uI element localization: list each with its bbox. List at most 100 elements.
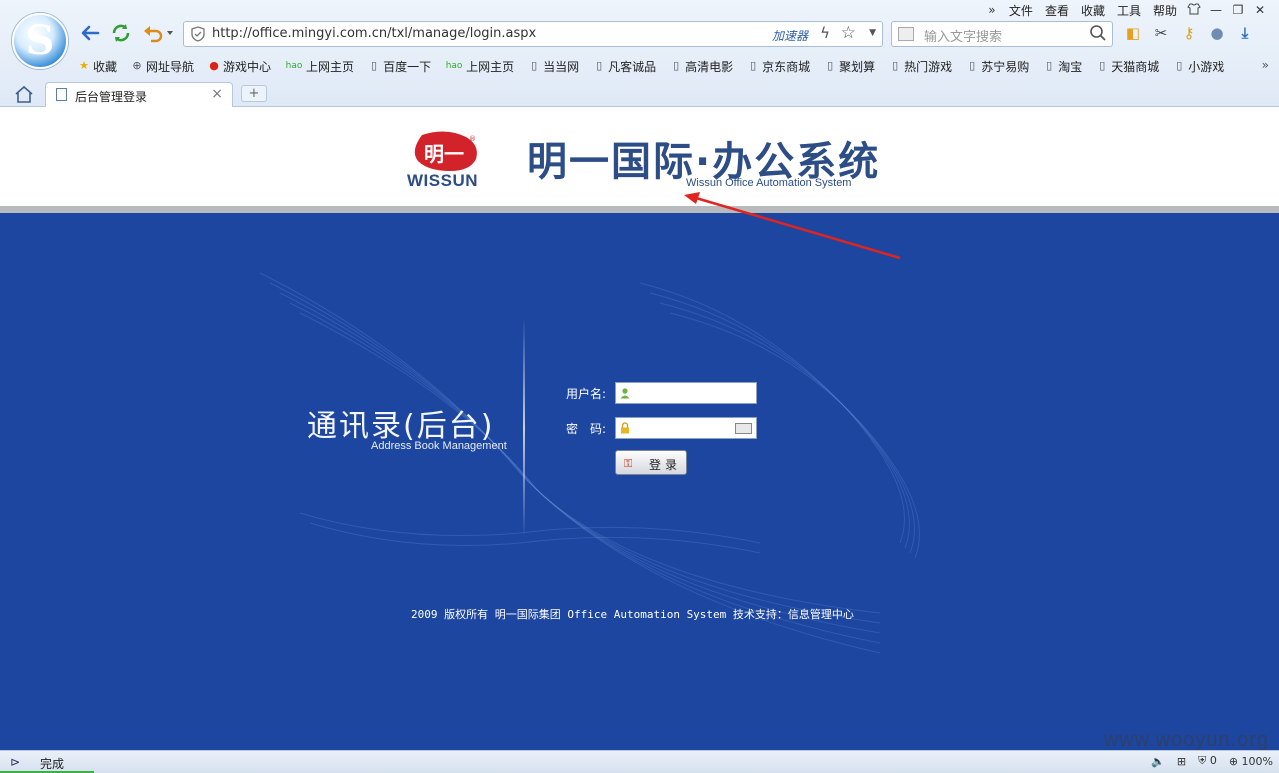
bookmark-item[interactable]: ▯ 小游戏 <box>1173 58 1224 75</box>
vertical-divider <box>523 318 525 538</box>
star-icon[interactable]: ☆ <box>841 23 856 43</box>
star-icon: ★ <box>79 59 89 72</box>
close-tab-icon[interactable]: × <box>211 86 223 102</box>
status-right: 🔈 ⊞ ⛨ 0 ⊕ 100% <box>1151 754 1273 768</box>
close-window-button[interactable]: ✕ <box>1249 3 1271 17</box>
lightning-icon[interactable]: ϟ <box>820 24 830 42</box>
menu-view[interactable]: 查看 <box>1039 2 1075 19</box>
minimize-button[interactable]: — <box>1205 3 1227 17</box>
bookmark-item[interactable]: ★ 收藏 <box>78 58 117 75</box>
refresh-icon[interactable] <box>109 22 133 46</box>
bookmark-item[interactable]: ▯ 苏宁易购 <box>966 58 1029 75</box>
more-chevron-icon[interactable]: » <box>981 3 1003 17</box>
page-icon: ▯ <box>371 59 378 72</box>
username-input[interactable] <box>634 385 734 401</box>
app-subtitle: Address Book Management <box>371 440 507 452</box>
page-icon: ▯ <box>750 59 757 72</box>
menu-favorites[interactable]: 收藏 <box>1075 2 1111 19</box>
page-icon: ▯ <box>531 59 538 72</box>
new-tab-button[interactable]: + <box>241 85 267 102</box>
bookmarks-more-icon[interactable]: » <box>1262 58 1269 72</box>
network-icon[interactable]: ⊞ <box>1177 755 1186 768</box>
hao-icon: hao <box>445 61 463 71</box>
wissun-logo: 明一 ® WISSUN <box>407 131 478 189</box>
menu-bar: » 文件 查看 收藏 工具 帮助 — ❐ ✕ <box>981 1 1271 19</box>
password-input[interactable] <box>634 420 734 436</box>
bookmark-item[interactable]: ▯ 淘宝 <box>1043 58 1082 75</box>
accelerator-button[interactable]: 加速器 <box>772 27 808 44</box>
username-field[interactable] <box>615 382 757 404</box>
game-center-icon: ● <box>209 59 219 72</box>
address-bar[interactable]: http://office.mingyi.com.cn/txl/manage/l… <box>183 21 883 47</box>
svg-text:®: ® <box>469 135 476 143</box>
password-field[interactable] <box>615 417 757 439</box>
tab-title: 后台管理登录 <box>75 90 148 104</box>
page-icon: ▯ <box>969 59 976 72</box>
bookmark-item[interactable]: ▯ 聚划算 <box>824 58 875 75</box>
menu-help[interactable]: 帮助 <box>1147 2 1183 19</box>
copyright-footer: 2009 版权所有 明一国际集团 Office Automation Syste… <box>411 608 854 621</box>
url-text: http://office.mingyi.com.cn/txl/manage/l… <box>212 26 537 41</box>
bookmark-item[interactable]: hao 上网主页 <box>285 58 354 75</box>
zoom-level[interactable]: ⊕ 100% <box>1229 755 1273 768</box>
tab-login[interactable]: 后台管理登录 × <box>45 82 233 107</box>
page-icon: ▯ <box>1046 59 1053 72</box>
home-icon[interactable] <box>13 84 35 104</box>
bookmark-item[interactable]: ▯ 热门游戏 <box>889 58 952 75</box>
screenshot-scissors-icon[interactable]: ✂ <box>1150 22 1172 44</box>
page-icon: ▯ <box>1176 59 1183 72</box>
bookmark-item[interactable]: ● 游戏中心 <box>208 58 271 75</box>
key-icon[interactable]: ⚷ <box>1178 22 1200 44</box>
sidebar-toggle-icon[interactable]: ◧ <box>1122 22 1144 44</box>
restore-button[interactable]: ❐ <box>1227 3 1249 17</box>
bookmark-item[interactable]: ▯ 高清电影 <box>670 58 733 75</box>
page-icon: ▯ <box>892 59 899 72</box>
skin-icon[interactable] <box>1183 3 1205 18</box>
lock-icon <box>621 422 629 434</box>
page-icon: ▯ <box>827 59 834 72</box>
more-tools-icon[interactable]: ● <box>1206 22 1228 44</box>
bookmark-item[interactable]: ▯ 凡客诚品 <box>593 58 656 75</box>
search-icon[interactable] <box>1089 24 1107 42</box>
bookmark-item[interactable]: ▯ 京东商城 <box>747 58 810 75</box>
volume-icon[interactable]: 🔈 <box>1151 755 1165 768</box>
dropdown-arrow-icon[interactable]: ▼ <box>869 28 876 38</box>
login-button[interactable]: ⚿ 登录 <box>615 450 687 475</box>
search-box[interactable]: 输入文字搜索 <box>891 21 1113 47</box>
bookmark-item[interactable]: ▯ 天猫商城 <box>1096 58 1159 75</box>
tab-strip: 后台管理登录 × + <box>0 81 1279 107</box>
sogou-browser-logo[interactable]: S <box>12 13 68 69</box>
keyboard-icon[interactable] <box>735 423 752 434</box>
ad-block-count[interactable]: ⛨ 0 <box>1198 754 1217 768</box>
svg-text:WISSUN: WISSUN <box>407 171 478 189</box>
shield-icon <box>191 26 205 42</box>
bookmark-item[interactable]: ▯ 百度一下 <box>368 58 431 75</box>
menu-file[interactable]: 文件 <box>1003 2 1039 19</box>
brand-subtitle: Wissun Office Automation System <box>686 177 852 189</box>
watermark: www.wooyun.org <box>1103 729 1269 751</box>
page-header: 明一 ® WISSUN 明一国际·办公系统 Wissun Office Auto… <box>0 107 1279 206</box>
back-arrow-icon[interactable] <box>78 22 102 46</box>
page-icon <box>56 88 67 101</box>
header-divider <box>0 206 1279 213</box>
app-title: 通讯录(后台) <box>307 409 495 444</box>
svg-text:明一: 明一 <box>424 142 464 166</box>
key-icon: ⚿ <box>624 457 633 470</box>
username-label: 用户名: <box>566 387 607 401</box>
download-icon[interactable]: ⤓ <box>1234 22 1256 44</box>
status-text: 完成 <box>40 757 65 771</box>
page-icon: ▯ <box>673 59 680 72</box>
page-icon: ▯ <box>596 59 603 72</box>
hao-icon: hao <box>285 61 303 71</box>
bookmark-item[interactable]: hao 上网主页 <box>445 58 514 75</box>
sidebar-expand-icon[interactable]: ⊳ <box>10 755 20 769</box>
globe-icon: ⊕ <box>132 59 142 72</box>
background-swirl <box>259 272 920 654</box>
menu-tools[interactable]: 工具 <box>1111 2 1147 19</box>
bookmark-item[interactable]: ▯ 当当网 <box>528 58 579 75</box>
browser-chrome: » 文件 查看 收藏 工具 帮助 — ❐ ✕ S http://office.m… <box>0 0 1279 107</box>
search-engine-icon[interactable] <box>898 27 914 41</box>
bookmark-item[interactable]: ⊕ 网址导航 <box>131 58 194 75</box>
bookmarks-bar: ★ 收藏 ⊕ 网址导航 ● 游戏中心 hao 上网主页 ▯ 百度一下 hao 上网主页 ▯ 当… <box>78 57 1238 75</box>
undo-close-icon[interactable] <box>141 22 175 46</box>
